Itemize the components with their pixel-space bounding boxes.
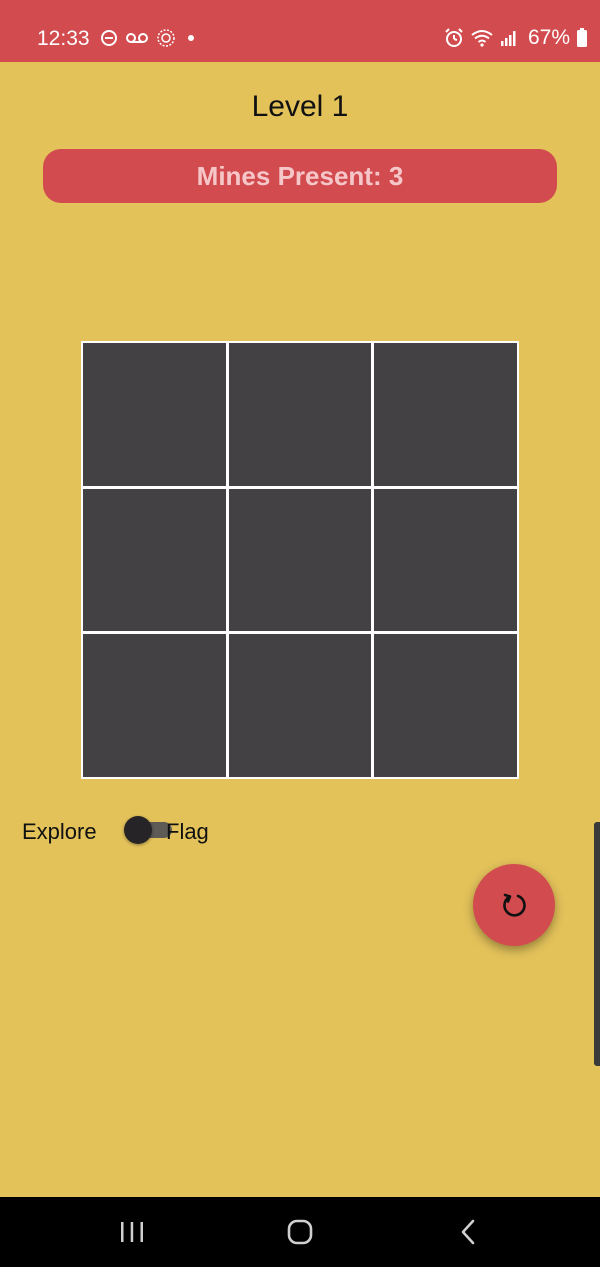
grid-cell-3-2[interactable] <box>228 634 372 777</box>
status-bar: 12:33 67% <box>0 0 600 62</box>
back-button[interactable] <box>448 1217 488 1247</box>
home-button[interactable] <box>280 1217 320 1247</box>
grid-cell-1-3[interactable] <box>374 343 517 486</box>
alarm-icon <box>445 28 463 47</box>
switch-thumb <box>124 816 152 844</box>
minefield-grid <box>81 341 519 779</box>
scroll-indicator[interactable] <box>594 822 600 1066</box>
back-icon <box>461 1219 475 1245</box>
status-time: 12:33 <box>37 27 90 50</box>
explore-label: Explore <box>22 819 97 844</box>
flag-label: Flag <box>166 819 209 844</box>
navigation-bar <box>0 1197 600 1267</box>
battery-percent: 67% <box>527 26 570 49</box>
recent-apps-icon <box>121 1222 143 1242</box>
mines-present-label: Mines Present: 3 <box>196 160 404 191</box>
grid-cell-3-1[interactable] <box>83 634 226 777</box>
sun-icon <box>157 29 175 47</box>
home-icon <box>287 1219 313 1245</box>
recent-apps-button[interactable] <box>112 1217 152 1247</box>
mines-present-banner: Mines Present: 3 <box>43 149 557 203</box>
grid-cell-1-2[interactable] <box>228 343 372 486</box>
grid-cell-2-2[interactable] <box>228 488 372 632</box>
wifi-icon <box>471 30 493 47</box>
restart-button[interactable] <box>473 864 555 946</box>
refresh-icon <box>503 893 526 917</box>
dot-icon <box>188 35 194 41</box>
level-title: Level 1 <box>251 90 349 123</box>
grid-cell-2-1[interactable] <box>83 488 226 632</box>
signal-icon <box>500 31 516 46</box>
battery-icon <box>577 28 587 47</box>
grid-cell-1-1[interactable] <box>83 343 226 486</box>
grid-cell-2-3[interactable] <box>374 488 517 632</box>
do-not-disturb-icon <box>101 30 117 46</box>
mode-toggle-row: Explore Flag <box>22 812 322 848</box>
status-right-icons: 67% <box>444 26 588 50</box>
grid-cell-3-3[interactable] <box>374 634 517 777</box>
status-left-icons <box>100 28 198 48</box>
explore-flag-switch[interactable] <box>124 816 172 844</box>
voicemail-icon <box>126 33 148 43</box>
